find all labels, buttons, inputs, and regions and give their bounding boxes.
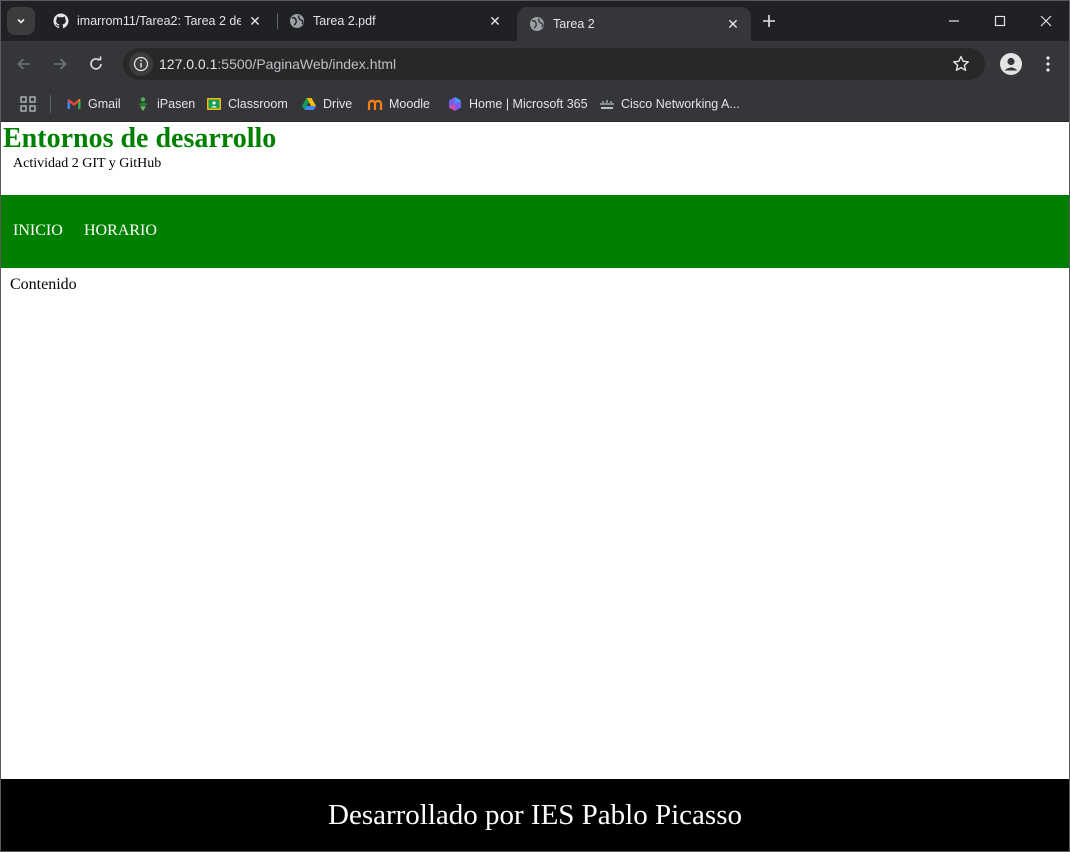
site-footer: Desarrollado por IES Pablo Picasso	[1, 779, 1069, 851]
bookmark-label: Moodle	[389, 97, 430, 111]
tab-strip: imarrom11/Tarea2: Tarea 2 de G ✕ Tarea 2…	[1, 1, 1069, 41]
microsoft365-icon	[449, 97, 461, 111]
tab-github[interactable]: imarrom11/Tarea2: Tarea 2 de G ✕	[41, 1, 273, 41]
info-icon	[133, 56, 149, 72]
new-tab-button[interactable]	[757, 9, 781, 33]
url-text[interactable]: 127.0.0.1:5500/PaginaWeb/index.html	[159, 56, 396, 72]
nav-link-inicio[interactable]: INICIO	[13, 222, 63, 240]
chevron-down-icon	[17, 18, 25, 24]
bookmark-star-icon[interactable]	[951, 54, 971, 74]
tab-title: imarrom11/Tarea2: Tarea 2 de G	[77, 14, 241, 28]
bookmark-drive[interactable]: Drive	[301, 87, 352, 121]
browser-window: imarrom11/Tarea2: Tarea 2 de G ✕ Tarea 2…	[0, 0, 1070, 852]
browser-toolbar: 127.0.0.1:5500/PaginaWeb/index.html	[1, 41, 1069, 87]
apps-grid-icon[interactable]	[19, 95, 37, 113]
url-host: 127.0.0.1	[159, 56, 218, 72]
drive-icon	[302, 98, 316, 110]
reload-button[interactable]	[83, 51, 109, 77]
ipasen-icon	[138, 97, 148, 111]
globe-icon	[290, 14, 304, 28]
browser-menu-button[interactable]	[1037, 52, 1059, 76]
tab-search-button[interactable]	[7, 7, 35, 35]
bookmark-cisco[interactable]: Cisco Networking A...	[599, 87, 740, 121]
close-window-button[interactable]	[1023, 1, 1069, 41]
close-tab-icon[interactable]: ✕	[485, 11, 505, 31]
tab-title: Tarea 2.pdf	[313, 14, 376, 28]
address-bar[interactable]: 127.0.0.1:5500/PaginaWeb/index.html	[123, 48, 985, 80]
footer-text: Desarrollado por IES Pablo Picasso	[328, 799, 742, 831]
bookmarks-bar: Gmail iPasen Classroom Drive Moodle Home…	[1, 87, 1069, 122]
web-page: Entornos de desarrollo Actividad 2 GIT y…	[1, 122, 1069, 851]
close-tab-icon[interactable]: ✕	[723, 14, 743, 34]
minimize-button[interactable]	[931, 1, 977, 41]
site-nav: INICIO HORARIO	[1, 195, 1069, 268]
close-tab-icon[interactable]: ✕	[245, 11, 265, 31]
url-path: :5500/PaginaWeb/index.html	[217, 56, 397, 72]
minimize-icon	[949, 20, 959, 22]
bookmark-classroom[interactable]: Classroom	[206, 87, 288, 121]
bookmark-ipasen[interactable]: iPasen	[135, 87, 195, 121]
nav-link-horario[interactable]: HORARIO	[84, 222, 157, 240]
bookmark-label: Classroom	[228, 97, 288, 111]
close-icon	[1040, 15, 1052, 27]
main-content: Contenido	[10, 276, 77, 293]
tab-pdf[interactable]: Tarea 2.pdf ✕	[277, 1, 513, 41]
profile-avatar-icon[interactable]	[999, 52, 1023, 76]
gmail-icon	[67, 99, 81, 109]
globe-icon	[530, 17, 544, 31]
back-button[interactable]	[11, 51, 37, 77]
site-info-button[interactable]	[129, 52, 153, 76]
bookmark-label: Home | Microsoft 365	[469, 97, 588, 111]
arrow-left-icon	[17, 58, 30, 70]
reload-icon	[90, 56, 102, 70]
bookmark-label: Gmail	[88, 97, 121, 111]
plus-icon	[763, 15, 775, 27]
github-icon	[53, 13, 69, 29]
arrow-right-icon	[54, 58, 67, 70]
maximize-icon	[994, 15, 1006, 27]
bookmark-gmail[interactable]: Gmail	[66, 87, 121, 121]
forward-button[interactable]	[47, 51, 73, 77]
maximize-button[interactable]	[977, 1, 1023, 41]
tab-active[interactable]: Tarea 2 ✕	[517, 7, 751, 41]
bookmark-moodle[interactable]: Moodle	[367, 87, 430, 121]
page-subtitle: Actividad 2 GIT y GitHub	[13, 156, 162, 171]
moodle-icon	[367, 99, 383, 110]
bookmark-label: Cisco Networking A...	[621, 97, 740, 111]
bookmark-label: Drive	[323, 97, 353, 111]
bookmark-label: iPasen	[157, 97, 196, 111]
tab-title: Tarea 2	[553, 17, 595, 31]
bookmarks-divider	[50, 95, 51, 113]
more-vertical-icon	[1046, 56, 1050, 72]
cisco-icon	[600, 100, 614, 109]
page-title: Entornos de desarrollo	[3, 123, 277, 154]
classroom-icon	[207, 98, 221, 110]
bookmark-microsoft365[interactable]: Home | Microsoft 365	[447, 87, 588, 121]
